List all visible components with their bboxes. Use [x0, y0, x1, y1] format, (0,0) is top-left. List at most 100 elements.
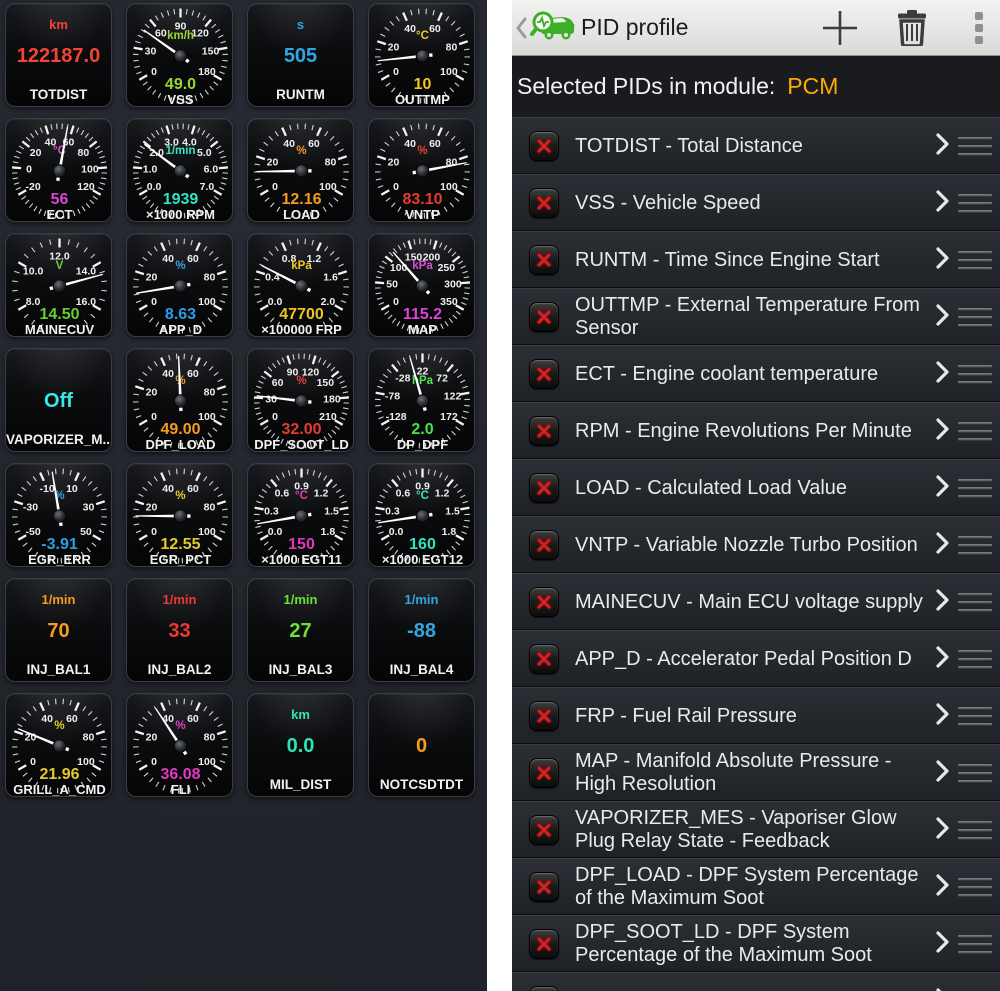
pid-row[interactable]: VAPORIZER_MES - Vaporiser Glow Plug Rela…: [512, 801, 1000, 858]
remove-pid-button[interactable]: [529, 986, 559, 991]
gauge-LOAD[interactable]: 020406080100%12.16LOAD: [247, 118, 354, 222]
pid-row[interactable]: MAINECUV - Main ECU voltage supply: [512, 573, 1000, 630]
remove-pid-button[interactable]: [529, 359, 559, 389]
gauge-FRP[interactable]: 0.00.40.81.21.62.0kPa47700×100000 FRP: [247, 233, 354, 337]
remove-pid-button[interactable]: [529, 701, 559, 731]
drag-handle[interactable]: [958, 643, 992, 676]
chevron-right-icon: [936, 589, 952, 616]
gauge-VSS[interactable]: 0306090120150180km/h49.0VSS: [126, 3, 233, 107]
remove-pid-button[interactable]: [529, 815, 559, 845]
pid-row[interactable]: OUTTMP - External Temperature From Senso…: [512, 288, 1000, 345]
gauge-APP_D[interactable]: 020406080100%8.63APP_D: [126, 233, 233, 337]
display-VAPORIZER_MES[interactable]: OffVAPORIZER_M...: [5, 348, 112, 452]
remove-pid-button[interactable]: [529, 188, 559, 218]
remove-pid-button[interactable]: [529, 245, 559, 275]
remove-pid-button[interactable]: [529, 416, 559, 446]
gauge-EGR_ERR[interactable]: -50-30-10103050%-3.91EGR_ERR: [5, 463, 112, 567]
remove-pid-button[interactable]: [529, 872, 559, 902]
drag-handle[interactable]: [958, 871, 992, 904]
drag-handle[interactable]: [958, 700, 992, 733]
pid-label: ECT - Engine coolant temperature: [575, 363, 930, 386]
pid-row[interactable]: TOTDIST - Total Distance: [512, 117, 1000, 174]
overflow-menu-button[interactable]: [968, 8, 990, 48]
drag-handle[interactable]: [958, 244, 992, 277]
display-INJ_BAL2[interactable]: 1/min33INJ_BAL2: [126, 578, 233, 682]
svg-text:150: 150: [288, 536, 315, 553]
remove-pid-button[interactable]: [529, 473, 559, 503]
svg-text:20: 20: [30, 147, 42, 159]
svg-text:80: 80: [446, 41, 458, 53]
back-chevron-icon[interactable]: [515, 15, 529, 41]
svg-text:0: 0: [151, 296, 157, 308]
svg-text:0.6: 0.6: [396, 487, 411, 499]
remove-pid-button[interactable]: [529, 530, 559, 560]
drag-handle[interactable]: [958, 415, 992, 448]
gauge-EGT11[interactable]: 0.00.30.60.91.21.51.8°C150×1000 EGT11: [247, 463, 354, 567]
pid-row[interactable]: DPF_SOOT_LD - DPF System Percentage of t…: [512, 915, 1000, 972]
remove-pid-button[interactable]: [529, 758, 559, 788]
gauge-MAP[interactable]: 050100150200250300350kPa115.2MAP: [368, 233, 475, 337]
remove-pid-button[interactable]: [529, 929, 559, 959]
gauge-EGR_PCT[interactable]: 020406080100%12.55EGR_PCT: [126, 463, 233, 567]
gauge-VNTP[interactable]: 020406080100%83.10VNTP: [368, 118, 475, 222]
svg-text:1939: 1939: [163, 191, 199, 208]
gauge-DPF_LOAD[interactable]: 020406080100%49.00DPF_LOAD: [126, 348, 233, 452]
drag-handle[interactable]: [958, 586, 992, 619]
drag-handle[interactable]: [958, 757, 992, 790]
display-MIL_DIST[interactable]: km0.0MIL_DIST: [247, 693, 354, 797]
pid-row[interactable]: ECT - Engine coolant temperature: [512, 345, 1000, 402]
pid-row[interactable]: LOAD - Calculated Load Value: [512, 459, 1000, 516]
svg-text:DPF_LOAD: DPF_LOAD: [145, 437, 215, 452]
gauge-EGT12[interactable]: 0.00.30.60.91.21.51.8°C160×1000 EGT12: [368, 463, 475, 567]
delete-profile-button[interactable]: [890, 6, 934, 50]
display-INJ_BAL3[interactable]: 1/min27INJ_BAL3: [247, 578, 354, 682]
drag-handle[interactable]: [958, 529, 992, 562]
svg-text:80: 80: [204, 731, 216, 743]
gauge-OUTTMP[interactable]: 020406080100°C10OUTTMP: [368, 3, 475, 107]
pid-row[interactable]: DP_DPF - Differential pressure on: [512, 972, 1000, 991]
pid-row[interactable]: VSS - Vehicle Speed: [512, 174, 1000, 231]
display-NOTCSDTDT[interactable]: 0NOTCSDTDT: [368, 693, 475, 797]
gauge-RPM[interactable]: 0.01.02.03.04.05.06.07.01/min1939×1000 R…: [126, 118, 233, 222]
pid-row[interactable]: FRP - Fuel Rail Pressure: [512, 687, 1000, 744]
remove-pid-button[interactable]: [529, 587, 559, 617]
drag-handle[interactable]: [958, 301, 992, 334]
svg-text:210: 210: [319, 411, 337, 423]
drag-handle[interactable]: [958, 358, 992, 391]
pid-row[interactable]: APP_D - Accelerator Pedal Position D: [512, 630, 1000, 687]
pid-row[interactable]: DPF_LOAD - DPF System Percentage of the …: [512, 858, 1000, 915]
drag-handle[interactable]: [958, 928, 992, 961]
svg-text:°C: °C: [416, 30, 429, 42]
remove-pid-button[interactable]: [529, 131, 559, 161]
gauge-MAINECUV[interactable]: 8.010.012.014.016.0V14.50MAINECUV: [5, 233, 112, 337]
gauge-grid: km122187.0TOTDIST0306090120150180km/h49.…: [0, 0, 487, 797]
svg-text:40: 40: [404, 138, 416, 150]
svg-text:0: 0: [151, 526, 157, 538]
svg-text:60: 60: [187, 483, 199, 495]
svg-text:0.0: 0.0: [389, 526, 404, 538]
add-pid-button[interactable]: [818, 6, 862, 50]
svg-text:-20: -20: [25, 181, 40, 193]
gauge-GRILL_A_CMD[interactable]: 020406080100%21.96GRILL_A_CMD: [5, 693, 112, 797]
remove-pid-button[interactable]: [529, 644, 559, 674]
pid-row[interactable]: VNTP - Variable Nozzle Turbo Position: [512, 516, 1000, 573]
gauge-DPF_SOOT_LD[interactable]: 0306090120150180210%32.00DPF_SOOT_LD: [247, 348, 354, 452]
display-TOTDIST[interactable]: km122187.0TOTDIST: [5, 3, 112, 107]
display-INJ_BAL1[interactable]: 1/min70INJ_BAL1: [5, 578, 112, 682]
remove-pid-button[interactable]: [529, 302, 559, 332]
gauge-DP_DPF[interactable]: -128-78-282272122172hPa2.0DP_DPF: [368, 348, 475, 452]
chevron-right-icon: [936, 190, 952, 217]
pid-row[interactable]: MAP - Manifold Absolute Pressure - High …: [512, 744, 1000, 801]
drag-handle[interactable]: [958, 472, 992, 505]
gauge-FLI[interactable]: 020406080100%36.08FLI: [126, 693, 233, 797]
drag-handle[interactable]: [958, 187, 992, 220]
gauge-ECT[interactable]: -20020406080100120°C56ECT: [5, 118, 112, 222]
chevron-right-icon: [936, 874, 952, 901]
pid-row[interactable]: RUNTM - Time Since Engine Start: [512, 231, 1000, 288]
pid-row[interactable]: RPM - Engine Revolutions Per Minute: [512, 402, 1000, 459]
display-RUNTM[interactable]: s505RUNTM: [247, 3, 354, 107]
drag-handle[interactable]: [958, 814, 992, 847]
drag-handle[interactable]: [958, 985, 992, 991]
drag-handle[interactable]: [958, 130, 992, 163]
display-INJ_BAL4[interactable]: 1/min-88INJ_BAL4: [368, 578, 475, 682]
